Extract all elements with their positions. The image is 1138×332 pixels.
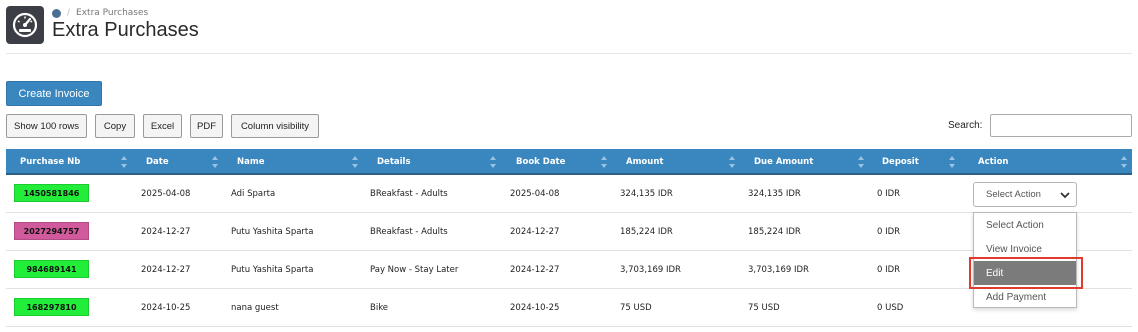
column-header-due-amount[interactable]: Due Amount (754, 149, 813, 175)
amount-cell: 75 USD (620, 303, 652, 313)
sort-icon[interactable] (600, 155, 608, 169)
purchase-number-badge[interactable]: 984689141 (14, 260, 89, 278)
details-cell: BReakfast - Adults (370, 227, 448, 237)
sort-icon[interactable] (728, 155, 736, 169)
details-cell: Bike (370, 303, 389, 313)
column-header-name[interactable]: Name (237, 149, 264, 175)
sort-icon[interactable] (489, 155, 497, 169)
column-visibility-button[interactable]: Column visibility (231, 114, 319, 138)
header-divider (6, 53, 1132, 54)
sort-icon[interactable] (857, 155, 865, 169)
deposit-cell: 0 USD (877, 303, 904, 313)
name-cell: nana guest (231, 303, 279, 313)
excel-button[interactable]: Excel (143, 114, 182, 138)
page-title: Extra Purchases (52, 19, 199, 41)
table-row: 168297810 2024-10-25 nana guest Bike 202… (6, 289, 1132, 327)
name-cell: Putu Yashita Sparta (231, 265, 314, 275)
details-cell: BReakfast - Adults (370, 189, 448, 199)
book-date-cell: 2024-10-25 (510, 303, 560, 313)
show-rows-button[interactable]: Show 100 rows (6, 114, 87, 138)
column-header-details[interactable]: Details (377, 149, 411, 175)
amount-cell: 185,224 IDR (620, 227, 673, 237)
action-select[interactable]: Select Action (973, 182, 1077, 207)
table-row: 2027294757 2024-12-27 Putu Yashita Spart… (6, 213, 1132, 251)
book-date-cell: 2024-12-27 (510, 227, 560, 237)
purchase-number-badge[interactable]: 168297810 (14, 298, 89, 316)
due-amount-cell: 324,135 IDR (748, 189, 801, 199)
deposit-cell: 0 IDR (877, 227, 901, 237)
highlight-box (969, 257, 1083, 289)
amount-cell: 324,135 IDR (620, 189, 673, 199)
purchase-number-badge[interactable]: 2027294757 (14, 222, 89, 240)
chevron-down-icon (1060, 190, 1070, 203)
breadcrumb: / Extra Purchases (52, 8, 148, 18)
copy-button[interactable]: Copy (95, 114, 135, 138)
book-date-cell: 2025-04-08 (510, 189, 560, 199)
column-header-date[interactable]: Date (146, 149, 169, 175)
column-header-amount[interactable]: Amount (626, 149, 663, 175)
search-input[interactable] (990, 114, 1132, 137)
column-header-book-date[interactable]: Book Date (516, 149, 565, 175)
table-row: 984689141 2024-12-27 Putu Yashita Sparta… (6, 251, 1132, 289)
sort-icon[interactable] (211, 155, 219, 169)
purchases-table: Purchase Nb Date Name Details Book Date … (6, 149, 1132, 327)
column-header-purchase-nb[interactable]: Purchase Nb (20, 149, 80, 175)
sort-icon[interactable] (1120, 155, 1128, 169)
sort-icon[interactable] (120, 155, 128, 169)
column-header-deposit[interactable]: Deposit (882, 149, 919, 175)
date-cell: 2025-04-08 (141, 189, 191, 199)
dashboard-gauge-icon (6, 6, 44, 44)
amount-cell: 3,703,169 IDR (620, 265, 681, 275)
sort-icon[interactable] (948, 155, 956, 169)
table-header: Purchase Nb Date Name Details Book Date … (6, 149, 1132, 175)
breadcrumb-current: Extra Purchases (76, 8, 149, 18)
due-amount-cell: 185,224 IDR (748, 227, 801, 237)
create-invoice-button[interactable]: Create Invoice (6, 81, 102, 106)
deposit-cell: 0 IDR (877, 265, 901, 275)
sort-icon[interactable] (351, 155, 359, 169)
name-cell: Putu Yashita Sparta (231, 227, 314, 237)
breadcrumb-separator: / (67, 8, 71, 18)
search-label: Search: (948, 120, 983, 131)
due-amount-cell: 75 USD (748, 303, 780, 313)
pdf-button[interactable]: PDF (190, 114, 223, 138)
date-cell: 2024-12-27 (141, 265, 191, 275)
details-cell: Pay Now - Stay Later (370, 265, 459, 275)
page-header: / Extra Purchases Extra Purchases (0, 0, 1138, 54)
action-select-value: Select Action (986, 189, 1041, 200)
dropdown-option-select-action[interactable]: Select Action (974, 213, 1076, 237)
date-cell: 2024-12-27 (141, 227, 191, 237)
due-amount-cell: 3,703,169 IDR (748, 265, 809, 275)
column-header-action: Action (978, 157, 1009, 167)
home-icon[interactable] (52, 8, 61, 18)
book-date-cell: 2024-12-27 (510, 265, 560, 275)
table-row: 1450581846 2025-04-08 Adi Sparta BReakfa… (6, 175, 1132, 213)
date-cell: 2024-10-25 (141, 303, 191, 313)
purchase-number-badge[interactable]: 1450581846 (14, 184, 89, 202)
deposit-cell: 0 IDR (877, 189, 901, 199)
name-cell: Adi Sparta (231, 189, 276, 199)
